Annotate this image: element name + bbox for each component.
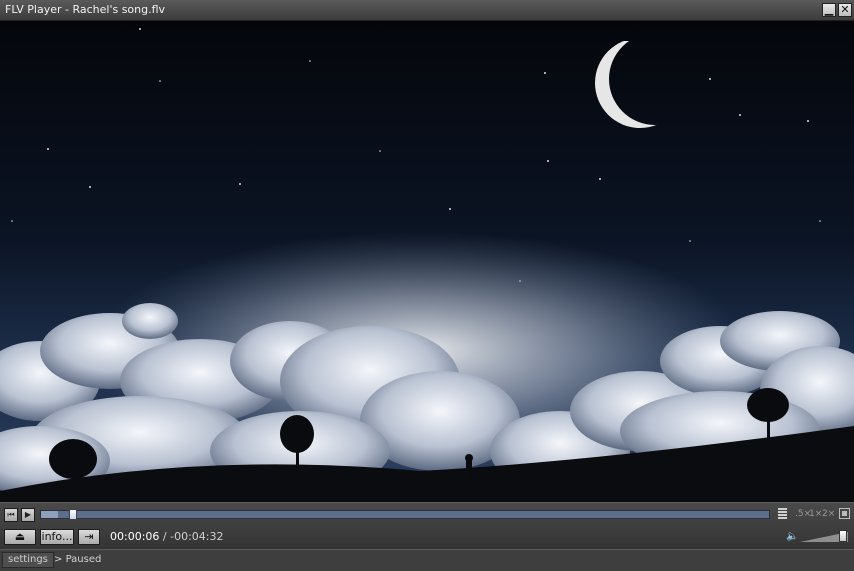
play-icon: ▶	[24, 510, 32, 519]
jump-to-end-icon: ⇥	[84, 530, 94, 543]
close-button[interactable]: ✕	[838, 3, 852, 17]
settings-tab[interactable]: settings	[2, 552, 54, 568]
prev-frame-button[interactable]: ⏮	[4, 508, 18, 522]
prev-frame-icon: ⏮	[7, 510, 15, 519]
video-area[interactable]	[0, 21, 854, 502]
playlist-icon[interactable]	[778, 508, 787, 520]
time-separator: /	[159, 530, 171, 543]
info-button[interactable]: info...	[40, 529, 74, 545]
control-bar: ⏮ ▶ .5× 1× 2× ⏏ info... ⇥ 00:00:06 / -00…	[0, 502, 854, 549]
playback-status: > Paused	[54, 554, 101, 565]
seek-progress	[41, 511, 58, 518]
volume-thumb[interactable]	[839, 530, 847, 542]
status-text: Paused	[65, 554, 102, 565]
video-frame	[0, 21, 854, 502]
crescent-moon	[595, 38, 685, 128]
chevron-right-icon: >	[54, 554, 63, 565]
eject-button[interactable]: ⏏	[4, 529, 36, 545]
minimize-icon: ▁	[824, 3, 834, 16]
time-current: 00:00:06	[110, 530, 160, 543]
seek-thumb[interactable]	[69, 509, 77, 520]
window-title: FLV Player - Rachel's song.flv	[5, 3, 166, 16]
fullscreen-icon[interactable]	[839, 508, 850, 519]
eject-icon: ⏏	[14, 530, 26, 543]
speaker-icon[interactable]: 🔈	[786, 531, 798, 543]
time-remaining: -00:04:32	[170, 530, 224, 543]
close-icon: ✕	[840, 3, 850, 16]
play-button[interactable]: ▶	[21, 508, 35, 522]
player-window: FLV Player - Rachel's song.flv ▁ ✕ ⏮ ▶ .…	[0, 0, 854, 571]
jump-to-end-button[interactable]: ⇥	[78, 529, 100, 545]
minimize-button[interactable]: ▁	[822, 3, 836, 17]
seek-bar[interactable]	[40, 509, 770, 520]
status-bar: settings > Paused	[0, 549, 854, 571]
speed-normal[interactable]: 1×	[809, 509, 822, 519]
speed-double[interactable]: 2×	[822, 509, 835, 519]
title-bar[interactable]: FLV Player - Rachel's song.flv ▁ ✕	[0, 0, 854, 21]
time-display: 00:00:06 / -00:04:32	[110, 530, 223, 543]
